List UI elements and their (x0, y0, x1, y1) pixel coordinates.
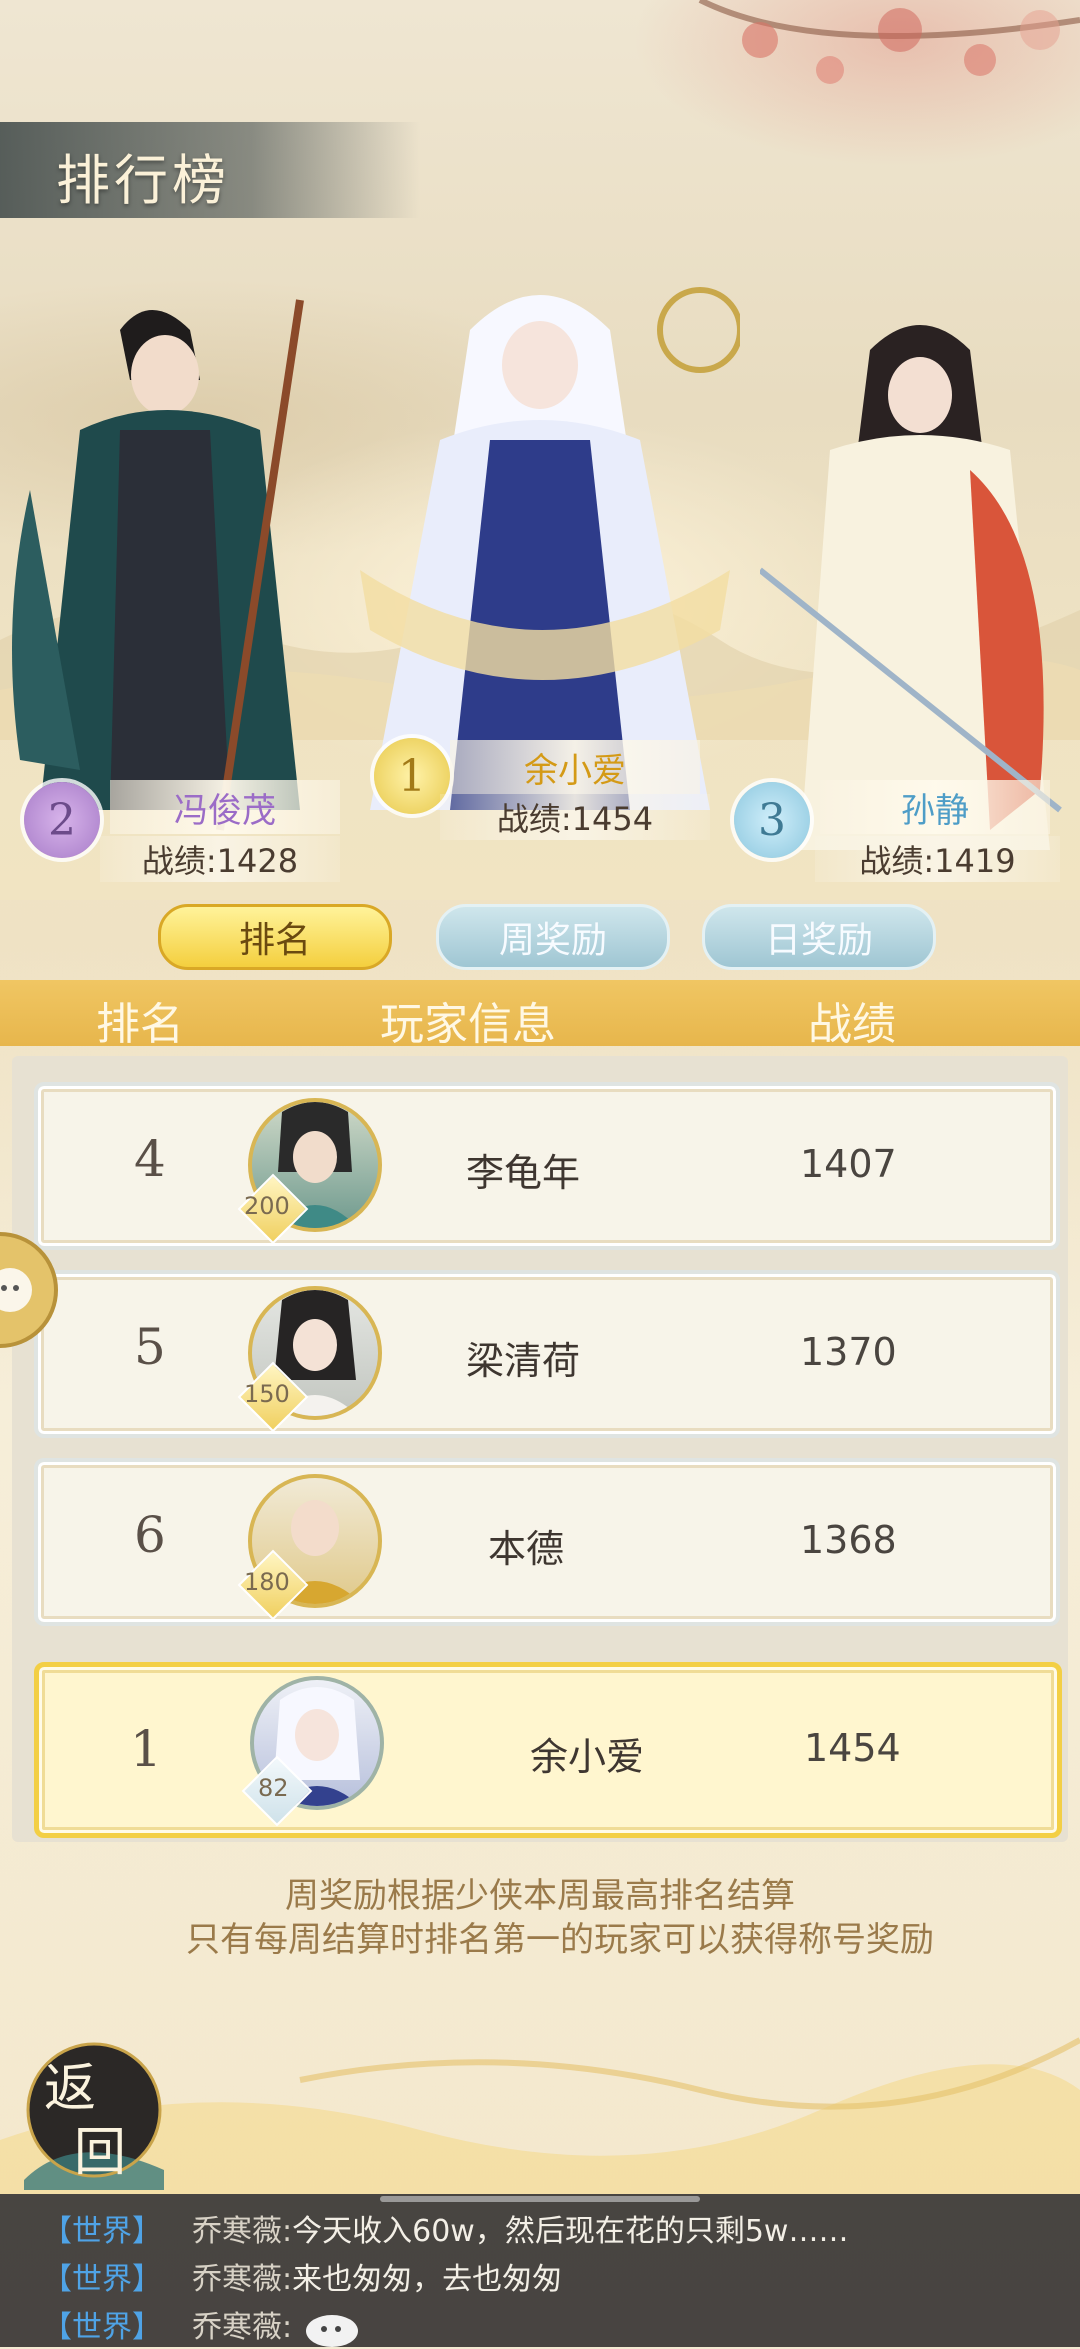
chat-line: 【世界】 乔寒薇: (0, 2302, 362, 2349)
chat-scrollbar[interactable] (380, 2196, 700, 2202)
chat-channel: 【世界】 (42, 2310, 162, 2345)
emoji-sticker-icon (305, 2314, 358, 2347)
self-rank: 1 (130, 1720, 162, 1778)
player-score: 1370 (800, 1330, 897, 1374)
row-rank: 4 (134, 1130, 166, 1188)
chat-user: 乔寒薇: (192, 2262, 293, 2297)
rank-3-name: 孙静 (820, 780, 1050, 834)
rank-2-name: 冯俊茂 (110, 780, 340, 834)
rank-3-score: 战绩:1419 (815, 836, 1060, 882)
back-button[interactable]: 返 回 (14, 2030, 174, 2190)
column-score: 战绩 (808, 999, 896, 1050)
rank-2-medal: 2 (24, 782, 100, 858)
reward-note-line-2: 只有每周结算时排名第一的玩家可以获得称号奖励 (186, 1920, 934, 1960)
rank-1-name: 余小爱 (450, 740, 700, 794)
chat-message: 今天收入60w，然后现在花的只剩5w…… (292, 2214, 849, 2249)
page-title: 排行榜 (56, 149, 230, 212)
player-name: 李龟年 (466, 1151, 581, 1195)
rank-3-medal: 3 (734, 782, 810, 858)
reward-note-line-1: 周奖励根据少侠本周最高排名结算 (285, 1876, 795, 1916)
row-rank: 6 (134, 1506, 166, 1564)
rank-1-score: 战绩:1454 (440, 794, 710, 840)
chat-line: 【世界】 乔寒薇:来也匆匆，去也匆匆 (0, 2254, 562, 2298)
chat-user: 乔寒薇: (192, 2214, 293, 2249)
chat-line: 【世界】 乔寒薇:今天收入60w，然后现在花的只剩5w…… (0, 2206, 848, 2250)
world-chat-panel[interactable]: 【世界】 乔寒薇:今天收入60w，然后现在花的只剩5w…… 【世界】 乔寒薇:来也匆… (0, 2194, 1080, 2347)
chat-channel: 【世界】 (42, 2214, 162, 2249)
chat-channel: 【世界】 (42, 2262, 162, 2297)
level-value: 150 (244, 1380, 290, 1408)
level-value: 180 (244, 1568, 290, 1596)
column-rank: 排名 (96, 999, 184, 1050)
player-score: 1407 (800, 1142, 897, 1186)
rank-1-medal: 1 (374, 738, 450, 814)
character-rank-2 (12, 299, 304, 831)
self-level-value: 82 (258, 1774, 289, 1802)
back-label-bottom: 回 (74, 2123, 127, 2183)
tab-ranking[interactable]: 排名 (158, 904, 392, 970)
chat-user: 乔寒薇: (192, 2310, 293, 2345)
tab-weekly-reward[interactable]: 周奖励 (436, 904, 670, 970)
column-player-info: 玩家信息 (380, 999, 556, 1050)
self-name: 余小爱 (530, 1735, 645, 1779)
chat-message: 来也匆匆，去也匆匆 (292, 2262, 563, 2297)
player-score: 1368 (800, 1518, 897, 1562)
player-name: 梁清荷 (466, 1339, 581, 1383)
side-chat-bubble-icon[interactable] (0, 1230, 62, 1350)
row-rank: 5 (134, 1318, 166, 1376)
self-score: 1454 (804, 1726, 901, 1770)
level-value: 200 (244, 1192, 290, 1220)
tab-daily-reward[interactable]: 日奖励 (702, 904, 936, 970)
rank-2-score: 战绩:1428 (100, 836, 340, 882)
player-name: 本德 (488, 1527, 565, 1571)
